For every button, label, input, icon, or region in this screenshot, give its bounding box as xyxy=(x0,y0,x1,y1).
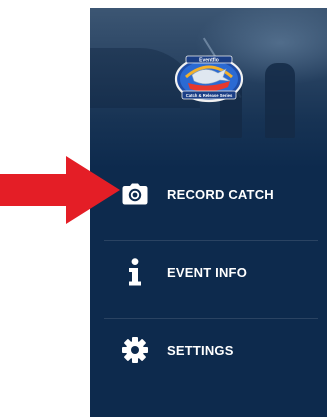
tournament-logo-icon: Eventflo Catch & Release Series xyxy=(174,55,244,103)
menu-item-label: RECORD CATCH xyxy=(167,186,274,202)
camera-icon xyxy=(120,179,150,209)
header-photo: Eventflo Catch & Release Series xyxy=(90,8,327,168)
info-icon xyxy=(120,257,150,287)
menu-item-settings[interactable]: SETTINGS xyxy=(104,312,318,388)
menu-item-event-info[interactable]: EVENT INFO xyxy=(104,234,318,310)
logo-top-text: Eventflo xyxy=(199,58,219,64)
photo-angler xyxy=(265,63,295,138)
gear-icon xyxy=(120,335,150,365)
logo-bottom-text: Catch & Release Series xyxy=(186,93,233,98)
menu-item-label: EVENT INFO xyxy=(167,264,248,280)
menu-item-label: SETTINGS xyxy=(167,342,234,358)
menu-item-record-catch[interactable]: RECORD CATCH xyxy=(104,156,318,232)
red-arrow-icon xyxy=(0,156,120,224)
navigation-drawer: Eventflo Catch & Release Series RECORD C… xyxy=(90,8,327,417)
screen: Eventflo Catch & Release Series RECORD C… xyxy=(0,0,328,417)
